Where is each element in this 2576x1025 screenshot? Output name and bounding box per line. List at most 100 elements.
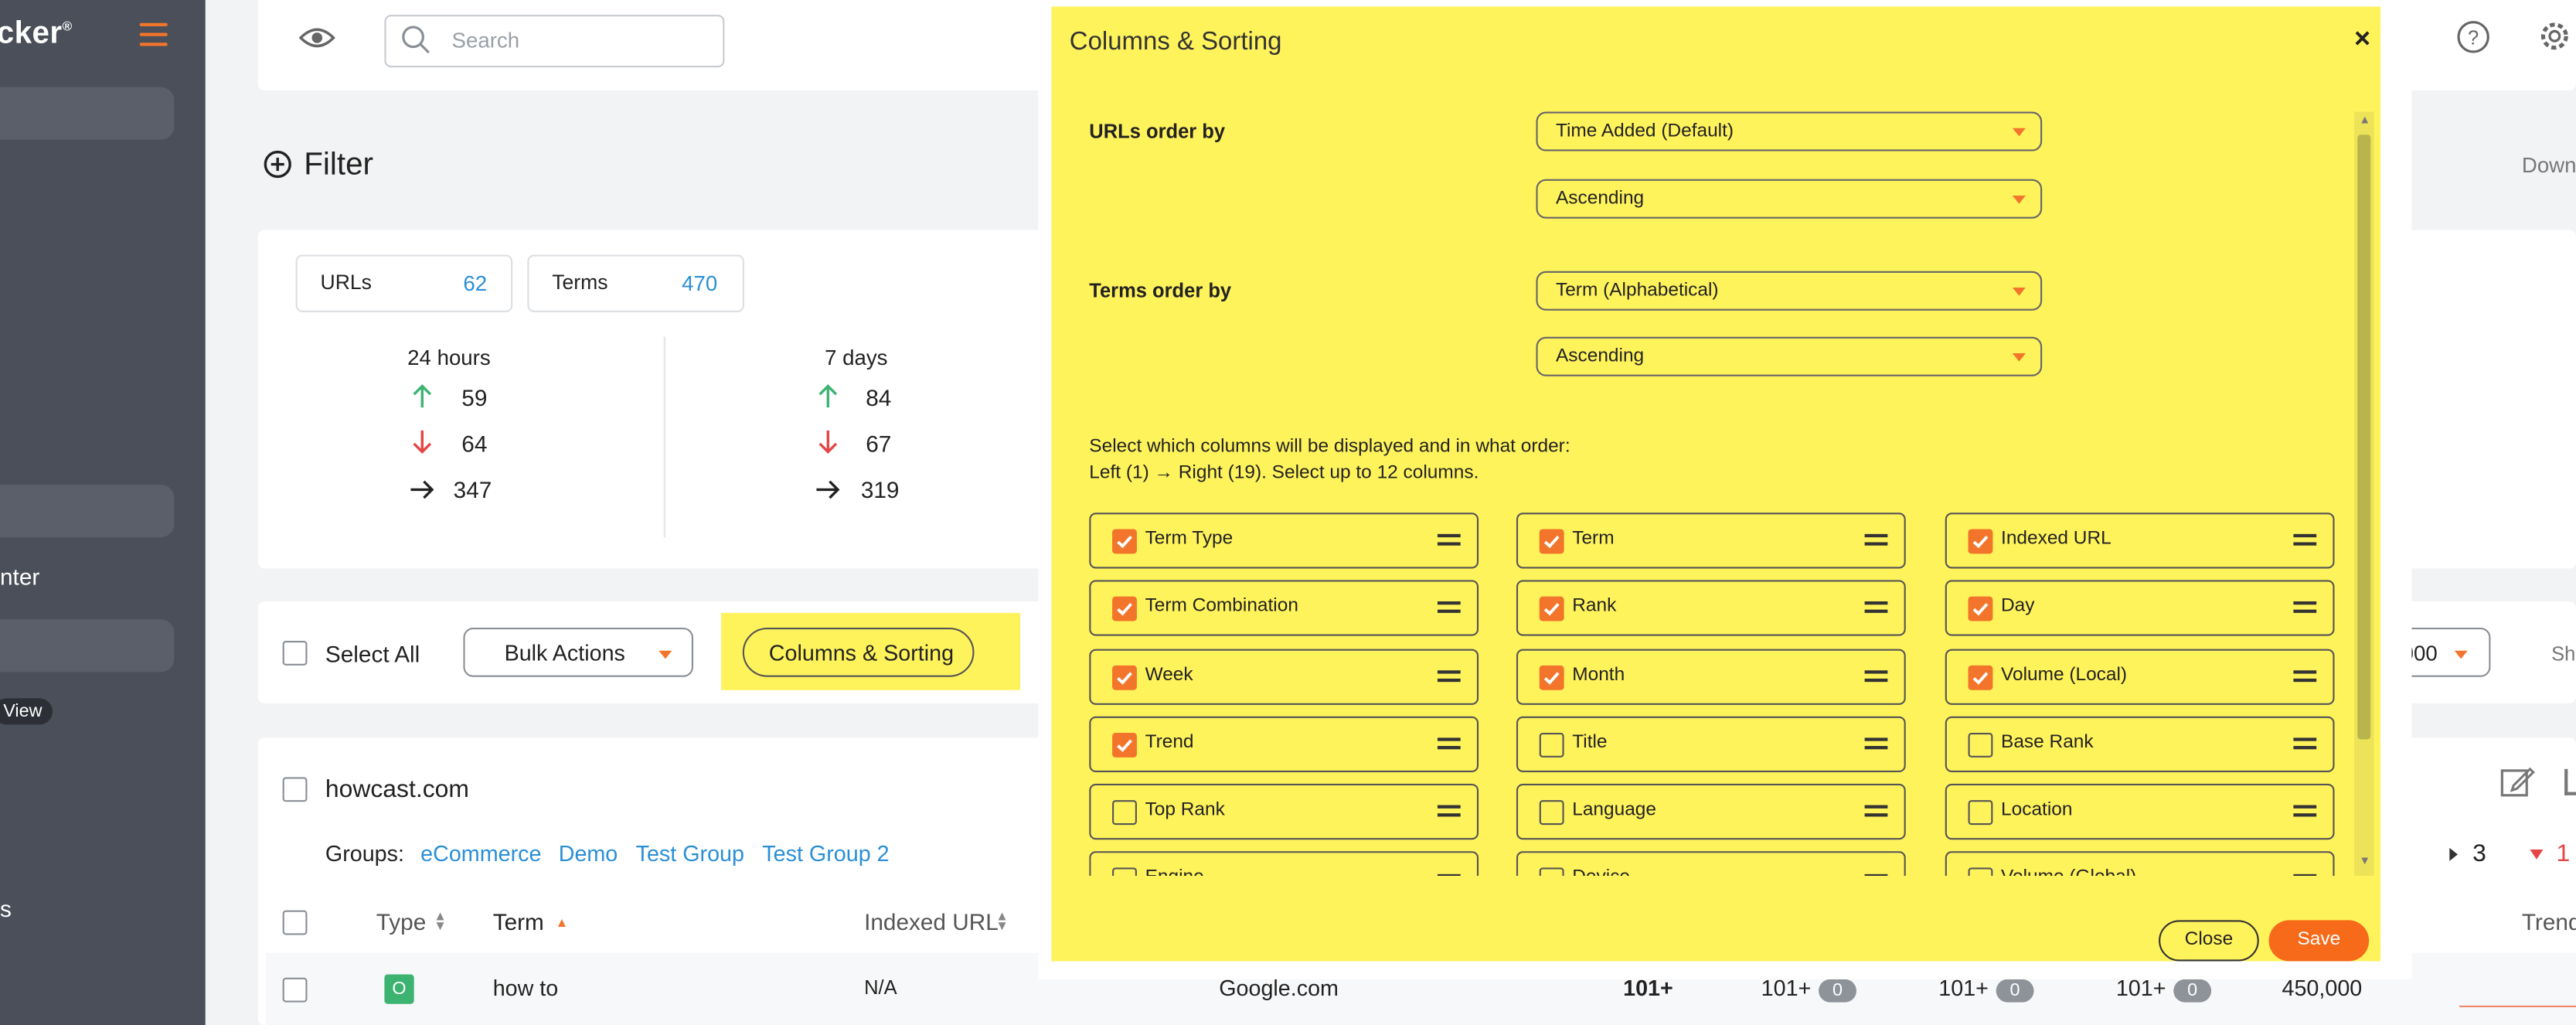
help-icon[interactable]: ? [2456, 20, 2491, 63]
group-link-test-group-2[interactable]: Test Group 2 [762, 841, 889, 866]
drag-handle-icon[interactable] [2293, 805, 2317, 819]
drag-handle-icon[interactable] [1864, 873, 1888, 876]
column-header-type[interactable]: Type [376, 908, 427, 935]
search-placeholder: Search [451, 28, 520, 53]
column-checkbox[interactable] [1539, 733, 1564, 758]
save-button[interactable]: Save [2268, 920, 2370, 962]
sidebar-view-badge[interactable]: View [0, 698, 53, 725]
column-option-label: Week [1145, 665, 1193, 686]
pager-count-a: 3 [2472, 839, 2486, 868]
group-link-demo[interactable]: Demo [559, 841, 618, 866]
header-checkbox[interactable] [282, 910, 308, 935]
column-checkbox[interactable] [1968, 529, 1993, 554]
column-checkbox[interactable] [1968, 867, 1993, 876]
drag-handle-icon[interactable] [1437, 873, 1461, 876]
column-option-label: Language [1572, 800, 1657, 820]
column-option-label: Trend [1145, 733, 1194, 753]
chevron-down-icon [2454, 650, 2468, 659]
column-checkbox[interactable] [1968, 665, 1993, 690]
project-name[interactable]: howcast.com [325, 775, 469, 803]
urls-order-label: URLs order by [1089, 120, 1226, 143]
drag-handle-icon[interactable] [2293, 533, 2317, 547]
column-checkbox[interactable] [1968, 800, 1993, 826]
column-checkbox[interactable] [1112, 665, 1137, 690]
row-term[interactable]: how to [493, 976, 559, 1001]
column-checkbox[interactable] [1112, 867, 1137, 876]
gear-icon[interactable] [2537, 18, 2573, 62]
arrow-up-icon [410, 383, 434, 417]
column-checkbox[interactable] [1539, 867, 1564, 876]
stat-24h-same: 347 [453, 476, 492, 503]
drag-handle-icon[interactable] [2293, 601, 2317, 615]
row-week-change: 0 [1996, 979, 2033, 1003]
column-header-term[interactable]: Term [493, 908, 544, 935]
row-month-change: 0 [2174, 979, 2211, 1003]
column-checkbox[interactable] [1112, 800, 1137, 826]
sort-asc-icon[interactable]: ▲ [555, 915, 568, 930]
logo-mark: ® [62, 19, 73, 34]
chart-icon[interactable] [2564, 768, 2576, 795]
select-all-label[interactable]: Select All [325, 641, 420, 667]
column-checkbox[interactable] [1112, 596, 1137, 621]
drag-handle-icon[interactable] [2293, 873, 2317, 876]
sidebar-item-active[interactable] [0, 87, 175, 140]
scroll-up-icon[interactable]: ▲ [2359, 115, 2370, 127]
stats-divider [663, 336, 665, 538]
drag-handle-icon[interactable] [1437, 737, 1461, 751]
search-field[interactable] [384, 15, 725, 68]
column-checkbox[interactable] [1968, 596, 1993, 621]
drag-handle-icon[interactable] [1437, 670, 1461, 683]
row-month-value: 101+ [2115, 976, 2166, 1001]
project-checkbox[interactable] [282, 777, 308, 802]
app-logo[interactable]: cker® [0, 16, 73, 53]
row-day-value: 101+ [1761, 976, 1812, 1001]
scroll-down-icon[interactable]: ▼ [2359, 856, 2370, 867]
group-link-ecommerce[interactable]: eCommerce [420, 841, 541, 866]
modal-scrollbar-thumb[interactable] [2357, 135, 2371, 740]
sidebar-item-group-2[interactable] [0, 619, 175, 673]
column-checkbox[interactable] [1968, 733, 1993, 758]
group-link-test-group[interactable]: Test Group [636, 841, 744, 866]
sidebar-item-s[interactable]: s [0, 895, 12, 921]
column-header-trend[interactable]: Trend [2522, 908, 2576, 935]
svg-text:?: ? [2468, 27, 2479, 49]
drag-handle-icon[interactable] [1864, 533, 1888, 547]
menu-toggle-icon[interactable] [139, 22, 168, 46]
drag-handle-icon[interactable] [1864, 670, 1888, 683]
column-checkbox[interactable] [1539, 800, 1564, 826]
eye-icon[interactable] [298, 25, 335, 60]
tab-urls-count: 62 [463, 271, 488, 296]
close-icon[interactable]: × [2354, 23, 2370, 56]
play-right-icon [2449, 847, 2458, 861]
close-button[interactable]: Close [2159, 920, 2259, 962]
row-checkbox[interactable] [282, 977, 308, 1003]
column-option-label: Term Type [1145, 529, 1234, 549]
sidebar-item-enter[interactable]: nter [0, 564, 39, 590]
column-header-indexed-url[interactable]: Indexed URL [864, 908, 999, 935]
sort-icon[interactable]: ▲ ▼ [995, 910, 1009, 933]
column-checkbox[interactable] [1539, 665, 1564, 690]
column-option-label: Volume (Global) [2001, 867, 2136, 876]
column-checkbox[interactable] [1112, 733, 1137, 758]
arrow-right-icon [409, 478, 435, 509]
stat-7d-up: 84 [866, 384, 892, 411]
drag-handle-icon[interactable] [1864, 737, 1888, 751]
add-filter-icon[interactable] [263, 149, 292, 187]
column-checkbox[interactable] [1112, 529, 1137, 554]
drag-handle-icon[interactable] [2293, 737, 2317, 751]
drag-handle-icon[interactable] [1437, 601, 1461, 615]
column-checkbox[interactable] [1539, 529, 1564, 554]
drag-handle-icon[interactable] [1864, 601, 1888, 615]
select-all-checkbox[interactable] [282, 640, 308, 666]
edit-icon[interactable] [2500, 766, 2537, 807]
sidebar-item-group[interactable] [0, 485, 175, 538]
sort-icon[interactable]: ▲ ▼ [434, 910, 447, 933]
filter-label[interactable]: Filter [304, 148, 373, 184]
download-link[interactable]: Down [2522, 153, 2576, 178]
drag-handle-icon[interactable] [1864, 805, 1888, 819]
column-checkbox[interactable] [1539, 596, 1564, 621]
drag-handle-icon[interactable] [1437, 533, 1461, 547]
drag-handle-icon[interactable] [1437, 805, 1461, 819]
column-option-label: Base Rank [2001, 733, 2094, 753]
drag-handle-icon[interactable] [2293, 670, 2317, 683]
